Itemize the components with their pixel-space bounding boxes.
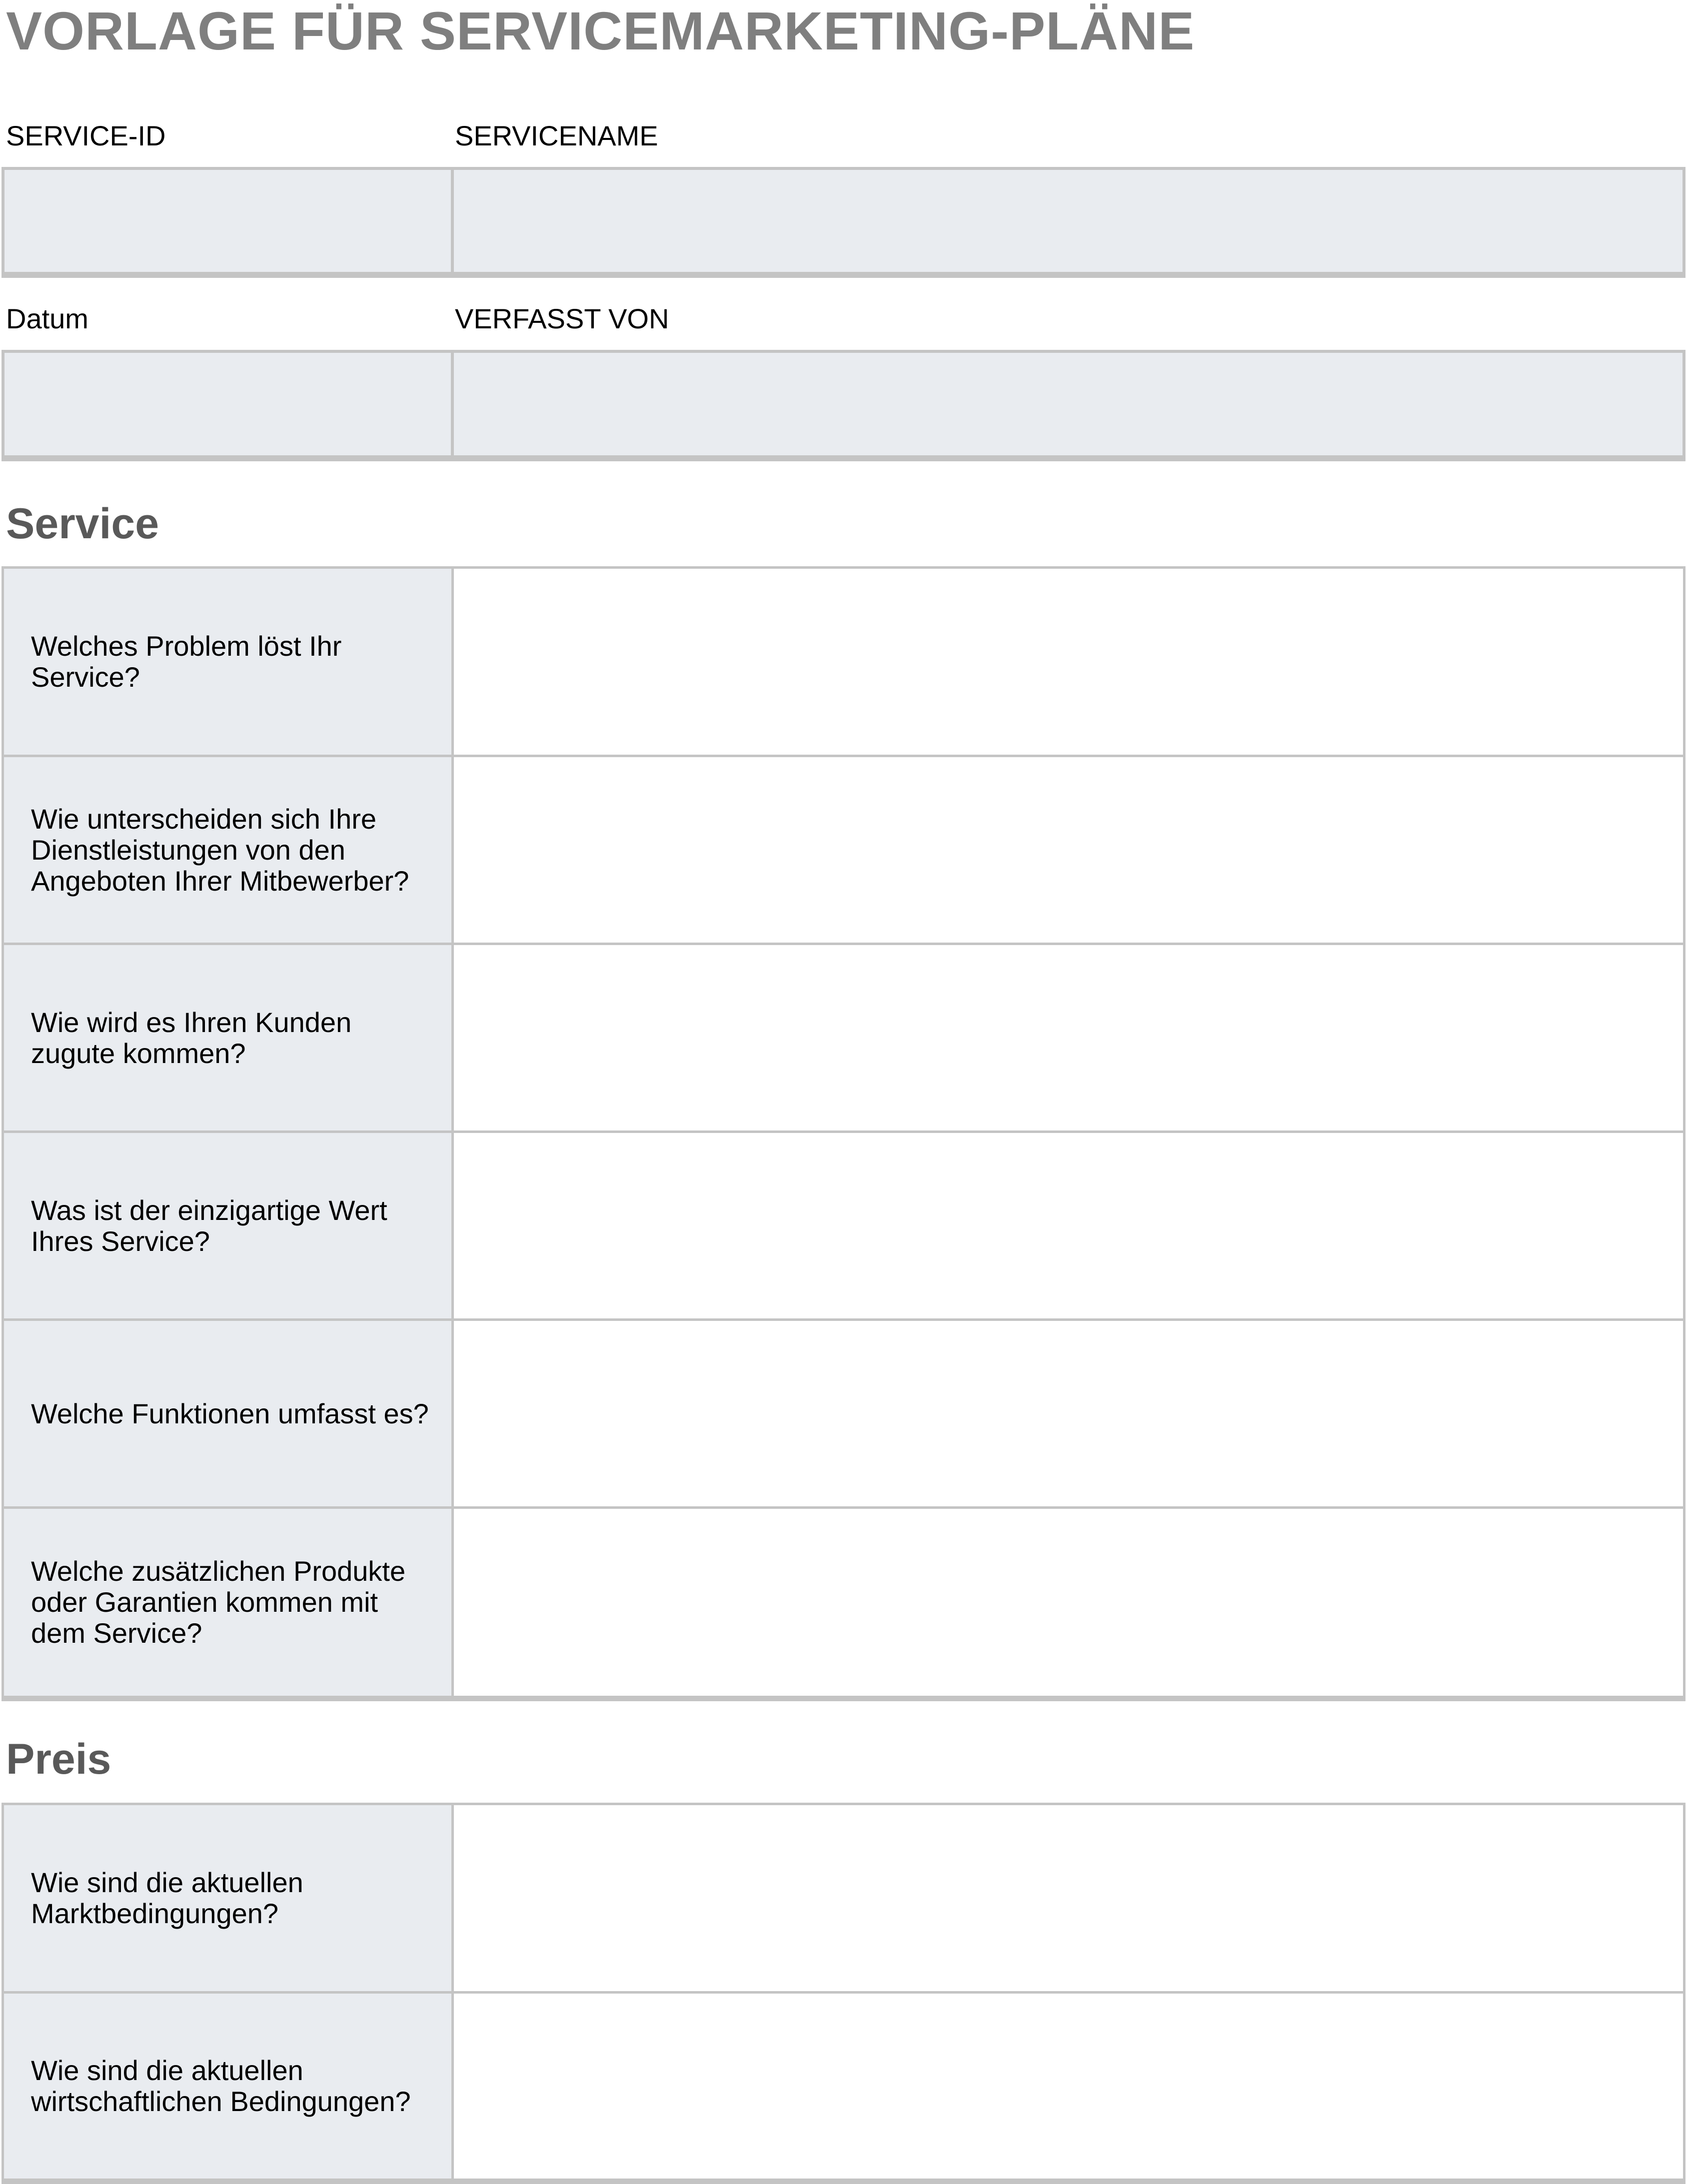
section-heading-service: Service — [6, 500, 159, 548]
table-row: Was ist der einzigartige Wert Ihres Serv… — [1, 1130, 1686, 1321]
service-name-label: SERVICENAME — [455, 120, 658, 151]
service-id-field[interactable] — [1, 167, 454, 278]
service-questions-table: Welches Problem löst Ihr Service? Wie un… — [1, 566, 1686, 1701]
question-cell: Wie wird es Ihren Kunden zugute kommen? — [1, 943, 454, 1133]
author-field[interactable] — [451, 350, 1686, 461]
answer-cell[interactable] — [451, 943, 1686, 1133]
question-cell: Wie sind die aktuellen Marktbedingungen? — [1, 1803, 454, 1994]
date-label: Datum — [6, 303, 88, 334]
service-id-label: SERVICE-ID — [6, 120, 166, 151]
page-title: VORLAGE FÜR SERVICEMARKETING-PLÄNE — [6, 0, 1195, 61]
question-cell: Welches Problem löst Ihr Service? — [1, 566, 454, 757]
answer-cell[interactable] — [451, 1991, 1686, 2184]
date-field[interactable] — [1, 350, 454, 461]
question-cell: Was ist der einzigartige Wert Ihres Serv… — [1, 1130, 454, 1321]
question-cell: Wie unterscheiden sich Ihre Dienstleistu… — [1, 755, 454, 945]
answer-cell[interactable] — [451, 755, 1686, 945]
table-row: Wie sind die aktuellen Marktbedingungen? — [1, 1803, 1686, 1994]
answer-cell[interactable] — [451, 1803, 1686, 1994]
question-cell: Welche Funktionen umfasst es? — [1, 1318, 454, 1509]
table-row: Wie sind die aktuellen wirtschaftlichen … — [1, 1991, 1686, 2184]
table-row: Wie unterscheiden sich Ihre Dienstleistu… — [1, 755, 1686, 945]
answer-cell[interactable] — [451, 1318, 1686, 1509]
author-label: VERFASST VON — [455, 303, 669, 334]
section-heading-preis: Preis — [6, 1735, 111, 1783]
question-cell: Welche zusätzlichen Produkte oder Garant… — [1, 1506, 454, 1701]
answer-cell[interactable] — [451, 1506, 1686, 1701]
question-cell: Wie sind die aktuellen wirtschaftlichen … — [1, 1991, 454, 2184]
table-row: Welches Problem löst Ihr Service? — [1, 566, 1686, 757]
table-row: Welche Funktionen umfasst es? — [1, 1318, 1686, 1509]
table-row: Welche zusätzlichen Produkte oder Garant… — [1, 1506, 1686, 1701]
answer-cell[interactable] — [451, 566, 1686, 757]
price-questions-table: Wie sind die aktuellen Marktbedingungen?… — [1, 1803, 1686, 2184]
table-row: Wie wird es Ihren Kunden zugute kommen? — [1, 943, 1686, 1133]
answer-cell[interactable] — [451, 1130, 1686, 1321]
marketing-plan-page: VORLAGE FÜR SERVICEMARKETING-PLÄNE SERVI… — [0, 0, 1687, 2184]
service-name-field[interactable] — [451, 167, 1686, 278]
